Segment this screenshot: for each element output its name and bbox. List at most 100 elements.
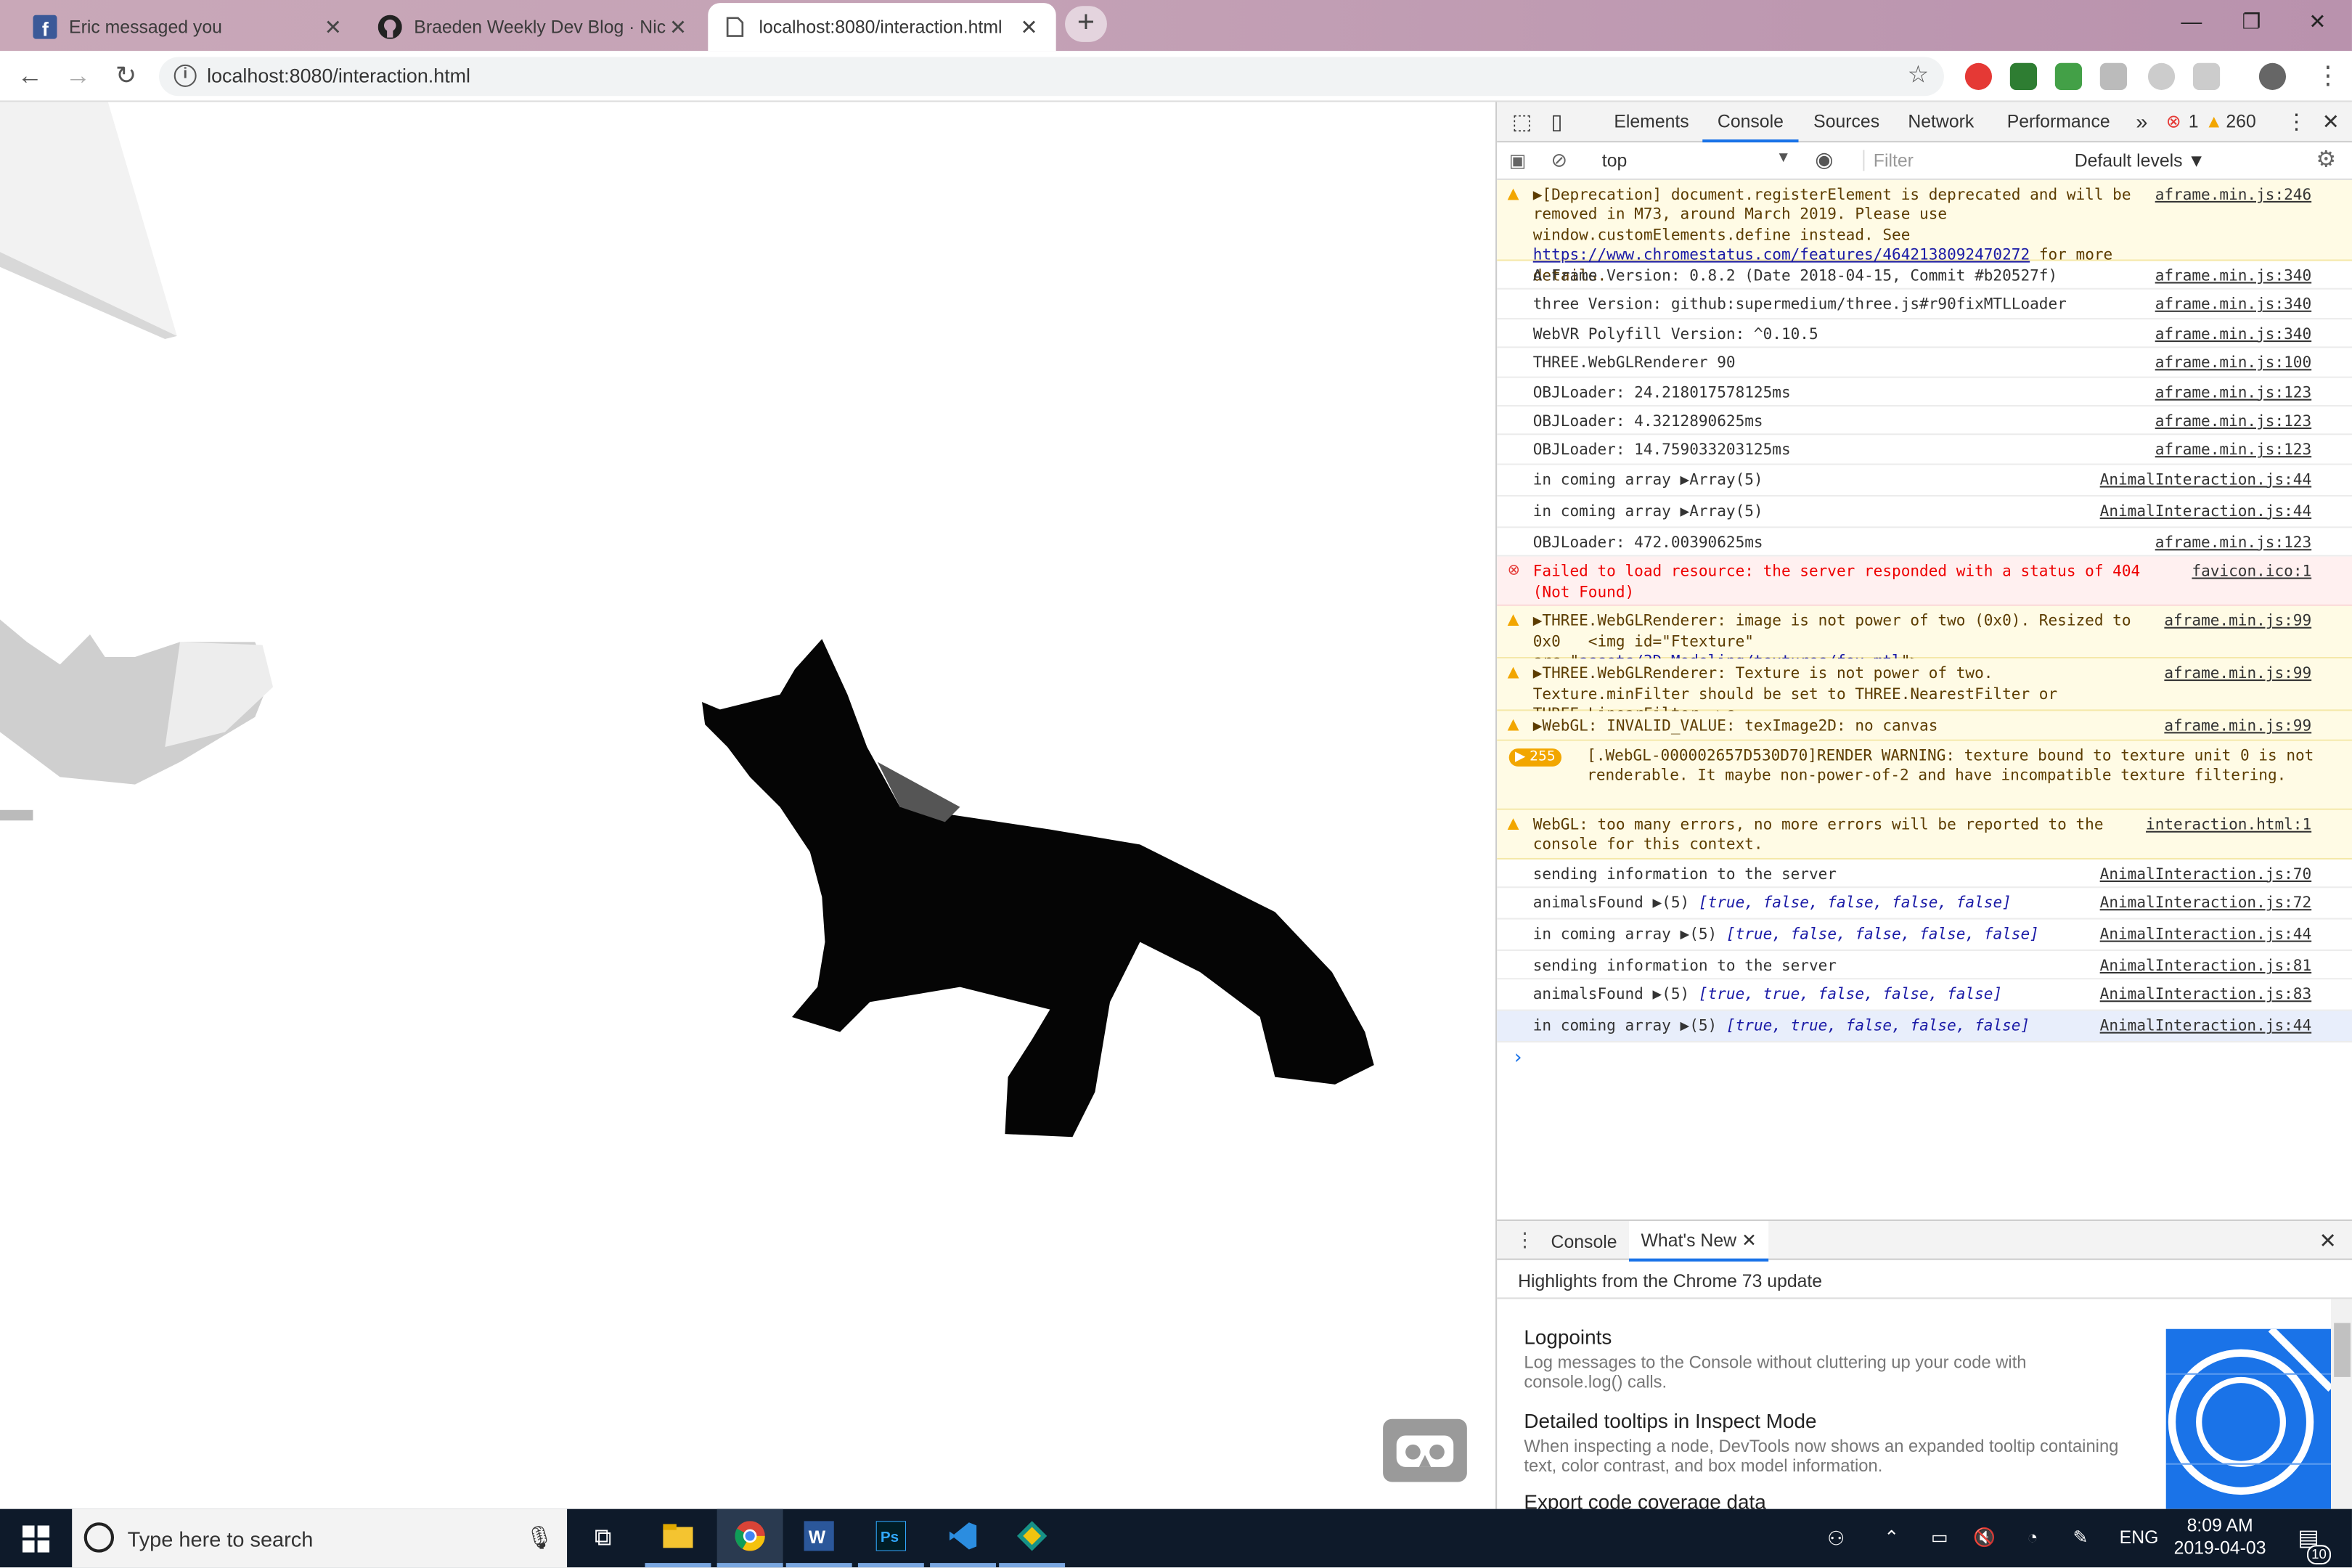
sidebar-toggle-icon[interactable]: ▣ [1509, 150, 1526, 171]
action-center-button[interactable]: ▤ 10 [2283, 1509, 2334, 1568]
feature-title[interactable]: Logpoints [1524, 1326, 1612, 1349]
console-prompt[interactable]: › [1512, 1048, 1524, 1069]
vscode-icon[interactable] [930, 1509, 997, 1568]
bookmark-star-icon[interactable]: ☆ [1908, 60, 1930, 90]
tab-performance[interactable]: Performance [2007, 102, 2110, 143]
inspect-element-icon[interactable]: ⬚ [1512, 102, 1532, 143]
source-link[interactable]: aframe.min.js:123 [2155, 441, 2311, 462]
language-indicator[interactable]: ENG [2112, 1509, 2165, 1568]
chrome-menu-icon[interactable]: ⋮ [2310, 59, 2346, 95]
console-message[interactable]: THREE.WebGLRenderer 90 aframe.min.js:100 [1497, 348, 2352, 377]
drawer-menu-icon[interactable]: ⋮ [1515, 1228, 1535, 1252]
source-link[interactable]: AnimalInteraction.js:44 [2100, 926, 2312, 946]
extension-chat-icon[interactable] [2099, 62, 2128, 90]
error-count[interactable]: 1 [2189, 102, 2199, 143]
tab-elements[interactable]: Elements [1614, 102, 1689, 143]
source-link[interactable]: aframe.min.js:123 [2155, 383, 2311, 404]
extension-plus-icon[interactable] [2054, 62, 2083, 90]
devtools-menu-icon[interactable]: ⋮ [2286, 102, 2307, 143]
volume-muted-icon[interactable]: 🔇 [1968, 1509, 2001, 1568]
clear-console-icon[interactable]: ⊘ [1551, 149, 1568, 173]
back-button[interactable]: ← [12, 59, 49, 95]
source-link[interactable]: aframe.min.js:246 [2155, 186, 2311, 206]
console-message[interactable]: in coming array ▶(5) [true, true, false,… [1497, 1011, 2352, 1043]
source-link[interactable]: aframe.min.js:99 [2164, 665, 2311, 685]
feature-title[interactable]: Export code coverage data [1524, 1491, 1765, 1509]
tab-network[interactable]: Network [1908, 102, 1974, 143]
profile-avatar[interactable] [2258, 62, 2287, 90]
close-icon[interactable]: ✕ [1741, 1230, 1757, 1251]
vr-mode-button[interactable] [1383, 1418, 1467, 1482]
aframe-scene[interactable] [0, 102, 1496, 1509]
console-message[interactable]: sending information to the server AnimalI… [1497, 859, 2352, 889]
source-link[interactable]: aframe.min.js:100 [2155, 354, 2311, 375]
array-preview[interactable]: [true, true, false, false, false] [1726, 1019, 2030, 1036]
array-preview[interactable]: [true, false, false, false, false] [1699, 896, 2012, 912]
eye-icon[interactable]: ◉ [1815, 147, 1833, 172]
source-link[interactable]: AnimalInteraction.js:44 [2100, 1018, 2312, 1038]
minimize-button[interactable]: — [2157, 0, 2226, 45]
pen-icon[interactable]: ✎ [2064, 1509, 2096, 1568]
tab-console[interactable]: Console [1702, 102, 1799, 143]
console-message[interactable]: three Version: github:supermedium/three.… [1497, 290, 2352, 319]
console-message[interactable]: ▲ ▶WebGL: INVALID_VALUE: texImage2D: no c… [1497, 711, 2352, 740]
settings-gear-icon[interactable]: ⚙ [2316, 145, 2336, 172]
console-message[interactable]: animalsFound ▶(5) [true, true, false, fa… [1497, 980, 2352, 1012]
taskbar-search[interactable]: Type here to search 🎙 [72, 1508, 568, 1568]
close-tab-icon[interactable]: ✕ [666, 15, 690, 40]
drawer-tab-console[interactable]: Console [1551, 1231, 1617, 1252]
console-messages[interactable]: ▲ ▶[Deprecation] document.registerElement… [1497, 179, 2352, 1218]
chevron-down-icon[interactable]: ▼ [1776, 150, 1790, 167]
source-link[interactable]: aframe.min.js:123 [2155, 534, 2311, 554]
console-message[interactable]: in coming array ▶Array(5) AnimalInteracti… [1497, 465, 2352, 497]
drawer-tab-whats-new[interactable]: What's New ✕ [1629, 1220, 1769, 1262]
source-link[interactable]: AnimalInteraction.js:44 [2100, 502, 2312, 523]
console-message[interactable]: in coming array ▶Array(5) AnimalInteracti… [1497, 497, 2352, 528]
console-message[interactable]: OBJLoader: 4.3212890625ms aframe.min.js:1… [1497, 407, 2352, 436]
battery-icon[interactable]: ▭ [1923, 1509, 1956, 1568]
restore-button[interactable]: ❐ [2217, 0, 2286, 45]
close-devtools-icon[interactable]: ✕ [2322, 102, 2340, 143]
source-link[interactable]: aframe.min.js:123 [2155, 412, 2311, 433]
console-message[interactable]: ⊗ Failed to load resource: the server res… [1497, 556, 2352, 607]
source-link[interactable]: aframe.min.js:99 [2164, 717, 2311, 738]
tab-sources[interactable]: Sources [1813, 102, 1879, 143]
console-message[interactable]: OBJLoader: 472.00390625ms aframe.min.js:1… [1497, 528, 2352, 557]
console-message[interactable]: sending information to the server AnimalI… [1497, 951, 2352, 981]
extension-green-icon[interactable] [2009, 62, 2038, 90]
error-icon[interactable]: ⊗ [2166, 102, 2181, 143]
console-message[interactable]: ▲ WebGL: too many errors, no more errors … [1497, 809, 2352, 859]
clock[interactable]: 8:09 AM 2019-04-03 [2169, 1509, 2271, 1568]
console-message[interactable]: WebVR Polyfill Version: ^0.10.5 aframe.mi… [1497, 319, 2352, 348]
console-message[interactable]: OBJLoader: 14.759033203125ms aframe.min.j… [1497, 436, 2352, 465]
chrome-icon[interactable] [716, 1508, 783, 1568]
console-message[interactable]: ▶ 255 [.WebGL-000002657D530D70]RENDER WAR… [1497, 740, 2352, 809]
more-tabs-button[interactable]: » [2136, 102, 2147, 143]
source-link[interactable]: aframe.min.js:99 [2164, 612, 2311, 632]
microphone-icon[interactable]: 🎙 [525, 1524, 553, 1551]
source-link[interactable]: AnimalInteraction.js:81 [2100, 957, 2312, 977]
context-select[interactable]: top [1602, 150, 1627, 171]
source-link[interactable]: AnimalInteraction.js:72 [2100, 894, 2312, 915]
extension-box-icon[interactable] [2192, 62, 2221, 90]
show-hidden-icons[interactable]: ⌃ [1875, 1509, 1908, 1568]
photoshop-icon[interactable]: Ps [857, 1509, 924, 1568]
console-message[interactable]: A-Frame Version: 0.8.2 (Date 2018-04-15,… [1497, 261, 2352, 290]
source-link[interactable]: interaction.html:1 [2146, 815, 2311, 836]
console-message[interactable]: OBJLoader: 24.218017578125ms aframe.min.j… [1497, 377, 2352, 407]
source-link[interactable]: AnimalInteraction.js:70 [2100, 865, 2312, 885]
filter-input[interactable]: Filter [1863, 150, 2058, 171]
source-link[interactable]: aframe.min.js:340 [2155, 267, 2311, 287]
tab-github[interactable]: Braeden Weekly Dev Blog · Nicol ✕ [363, 3, 705, 51]
scrollbar[interactable] [2331, 1299, 2352, 1509]
close-tab-icon[interactable]: ✕ [321, 15, 345, 40]
tab-facebook[interactable]: f Eric messaged you ✕ [18, 3, 360, 51]
console-message[interactable]: ▲ ▶[Deprecation] document.registerElement… [1497, 179, 2352, 285]
gitkraken-icon[interactable] [999, 1509, 1066, 1568]
close-window-button[interactable]: ✕ [2283, 0, 2352, 45]
device-toolbar-icon[interactable]: ▯ [1551, 102, 1563, 143]
close-tab-icon[interactable]: ✕ [1017, 15, 1041, 40]
file-explorer-icon[interactable] [645, 1509, 711, 1568]
source-link[interactable]: aframe.min.js:340 [2155, 325, 2311, 346]
address-bar[interactable]: i localhost:8080/interaction.html ☆ [159, 57, 1944, 97]
